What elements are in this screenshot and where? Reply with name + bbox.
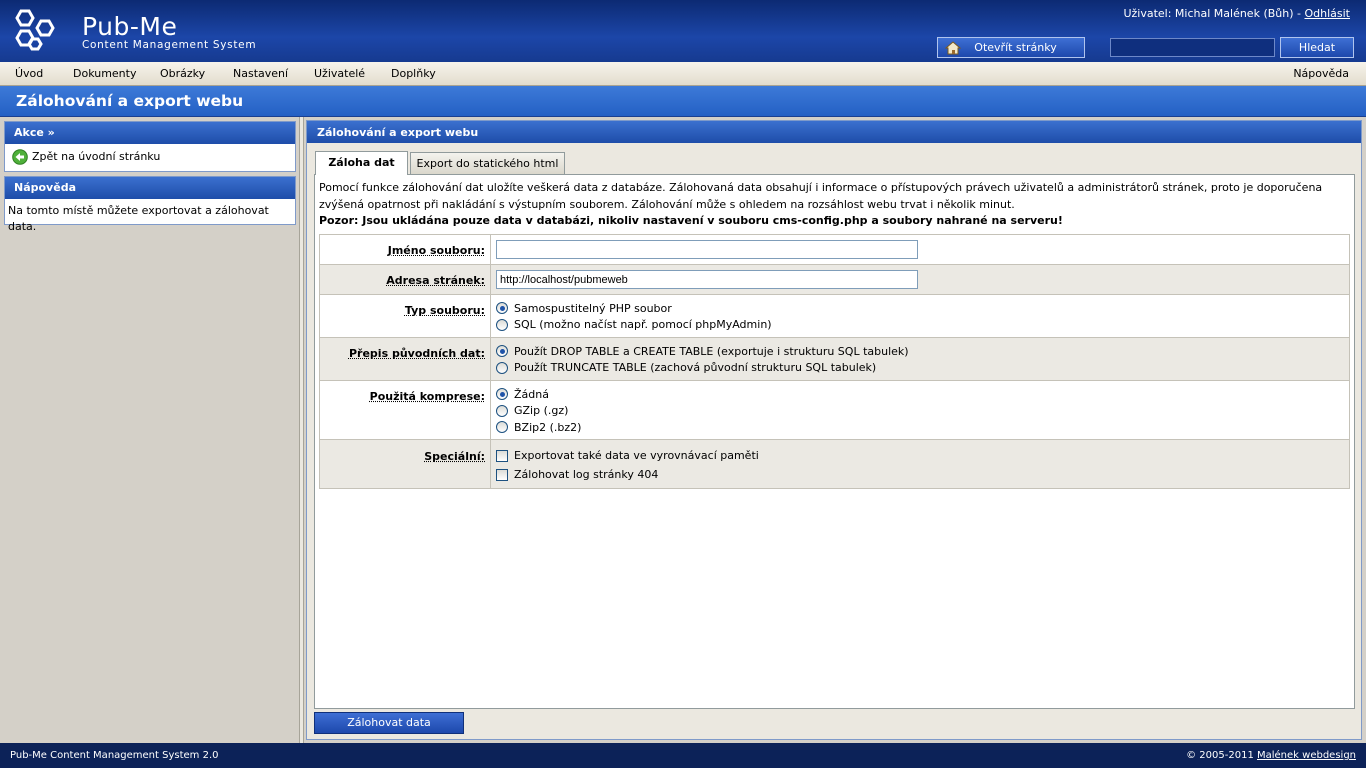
filetype-option-php[interactable]: Samospustitelný PHP soubor (496, 300, 1349, 317)
menu-item-images[interactable]: Obrázky (160, 67, 205, 80)
footer-copyright: © 2005-2011 Malének webdesign (1186, 750, 1356, 761)
form-row-special: Speciální: Exportovat také data ve vyrov… (320, 440, 1349, 488)
logo-subtitle: Content Management System (82, 39, 257, 51)
sidebar: Akce » Zpět na úvodní stránku Nápověda N… (0, 117, 300, 743)
footer: Pub-Me Content Management System 2.0 © 2… (0, 743, 1366, 768)
filetype-label: Typ souboru: (404, 304, 485, 317)
filename-input[interactable] (496, 240, 918, 259)
menu-item-home[interactable]: Úvod (15, 67, 43, 80)
back-link-label: Zpět na úvodní stránku (32, 150, 161, 163)
radio-button[interactable] (496, 345, 508, 358)
menu-item-documents[interactable]: Dokumenty (73, 67, 136, 80)
backup-form: Jméno souboru: Adresa stránek: Typ soubo… (319, 234, 1350, 489)
menu-item-settings[interactable]: Nastavení (233, 67, 288, 80)
logo-title: Pub-Me (82, 12, 178, 41)
filename-label: Jméno souboru: (387, 244, 485, 257)
help-title: Nápověda (5, 177, 295, 199)
hexagon-logo-icon (15, 9, 55, 51)
special-option-cache[interactable]: Exportovat také data ve vyrovnávací pamě… (496, 446, 1349, 465)
radio-button[interactable] (496, 361, 508, 374)
tab-panel: Pomocí funkce zálohování dat uložíte veš… (314, 174, 1355, 709)
search-button[interactable]: Hledat (1280, 37, 1354, 58)
radio-button[interactable] (496, 404, 508, 417)
overwrite-option-drop[interactable]: Použít DROP TABLE a CREATE TABLE (export… (496, 343, 1349, 360)
menu-item-users[interactable]: Uživatelé (314, 67, 365, 80)
radio-button[interactable] (496, 388, 508, 401)
compression-option-bzip2[interactable]: BZip2 (.bz2) (496, 419, 1349, 436)
warning-text: Pozor: Jsou ukládána pouze data v databá… (319, 214, 1063, 227)
overwrite-label: Přepis původních dat: (348, 347, 485, 360)
main-title: Zálohování a export webu (307, 121, 1361, 143)
back-arrow-icon (12, 149, 28, 165)
checkbox[interactable] (496, 449, 508, 462)
page-title: Zálohování a export webu (16, 92, 244, 110)
radio-button[interactable] (496, 318, 508, 331)
form-row-overwrite: Přepis původních dat: Použít DROP TABLE … (320, 338, 1349, 381)
form-row-address: Adresa stránek: (320, 265, 1349, 295)
form-row-filetype: Typ souboru: Samospustitelný PHP soubor … (320, 295, 1349, 338)
special-option-log404[interactable]: Zálohovat log stránky 404 (496, 465, 1349, 484)
logout-link[interactable]: Odhlásit (1304, 7, 1350, 20)
intro-text: Pomocí funkce zálohování dat uložíte veš… (319, 180, 1351, 230)
address-label: Adresa stránek: (386, 274, 485, 287)
form-row-filename: Jméno souboru: (320, 235, 1349, 265)
radio-button[interactable] (496, 302, 508, 315)
user-info: Uživatel: Michal Malének (Bůh) - Odhlási… (1123, 7, 1350, 20)
open-site-button[interactable]: Otevřít stránky (937, 37, 1085, 58)
compression-option-none[interactable]: Žádná (496, 386, 1349, 403)
back-link[interactable]: Zpět na úvodní stránku (12, 149, 288, 165)
menu-item-addons[interactable]: Doplňky (391, 67, 436, 80)
user-label: Uživatel: Michal Malének (Bůh) - (1123, 7, 1301, 20)
home-icon (945, 40, 961, 54)
special-label: Speciální: (424, 450, 485, 463)
main-menu: Úvod Dokumenty Obrázky Nastavení Uživate… (0, 62, 1366, 86)
form-row-compression: Použitá komprese: Žádná GZip (.gz) BZip2… (320, 381, 1349, 440)
intro-paragraph: Pomocí funkce zálohování dat uložíte veš… (319, 181, 1323, 211)
actions-box: Akce » Zpět na úvodní stránku (4, 121, 296, 172)
header: Pub-Me Content Management System Uživate… (0, 0, 1366, 62)
tab-static-export[interactable]: Export do statického html (410, 152, 565, 175)
footer-product: Pub-Me Content Management System 2.0 (10, 750, 219, 761)
overwrite-option-truncate[interactable]: Použít TRUNCATE TABLE (zachová původní s… (496, 360, 1349, 377)
main-panel: Zálohování a export webu Záloha dat Expo… (306, 120, 1362, 740)
address-input[interactable] (496, 270, 918, 289)
compression-option-gzip[interactable]: GZip (.gz) (496, 403, 1349, 420)
menu-item-help[interactable]: Nápověda (1293, 67, 1349, 80)
checkbox[interactable] (496, 468, 508, 481)
filetype-option-sql[interactable]: SQL (možno načíst např. pomocí phpMyAdmi… (496, 317, 1349, 334)
radio-button[interactable] (496, 421, 508, 434)
help-text: Na tomto místě můžete exportovat a záloh… (8, 204, 269, 233)
footer-author-link[interactable]: Malének webdesign (1257, 750, 1356, 761)
actions-title: Akce » (5, 122, 295, 144)
search-input[interactable] (1110, 38, 1275, 57)
backup-submit-button[interactable]: Zálohovat data (314, 712, 464, 734)
page-title-bar: Zálohování a export webu (0, 86, 1366, 117)
open-site-label: Otevřít stránky (974, 41, 1057, 54)
help-box: Nápověda Na tomto místě můžete exportova… (4, 176, 296, 233)
compression-label: Použitá komprese: (369, 390, 485, 403)
sidebar-splitter[interactable] (300, 117, 304, 743)
tab-backup[interactable]: Záloha dat (315, 151, 408, 175)
